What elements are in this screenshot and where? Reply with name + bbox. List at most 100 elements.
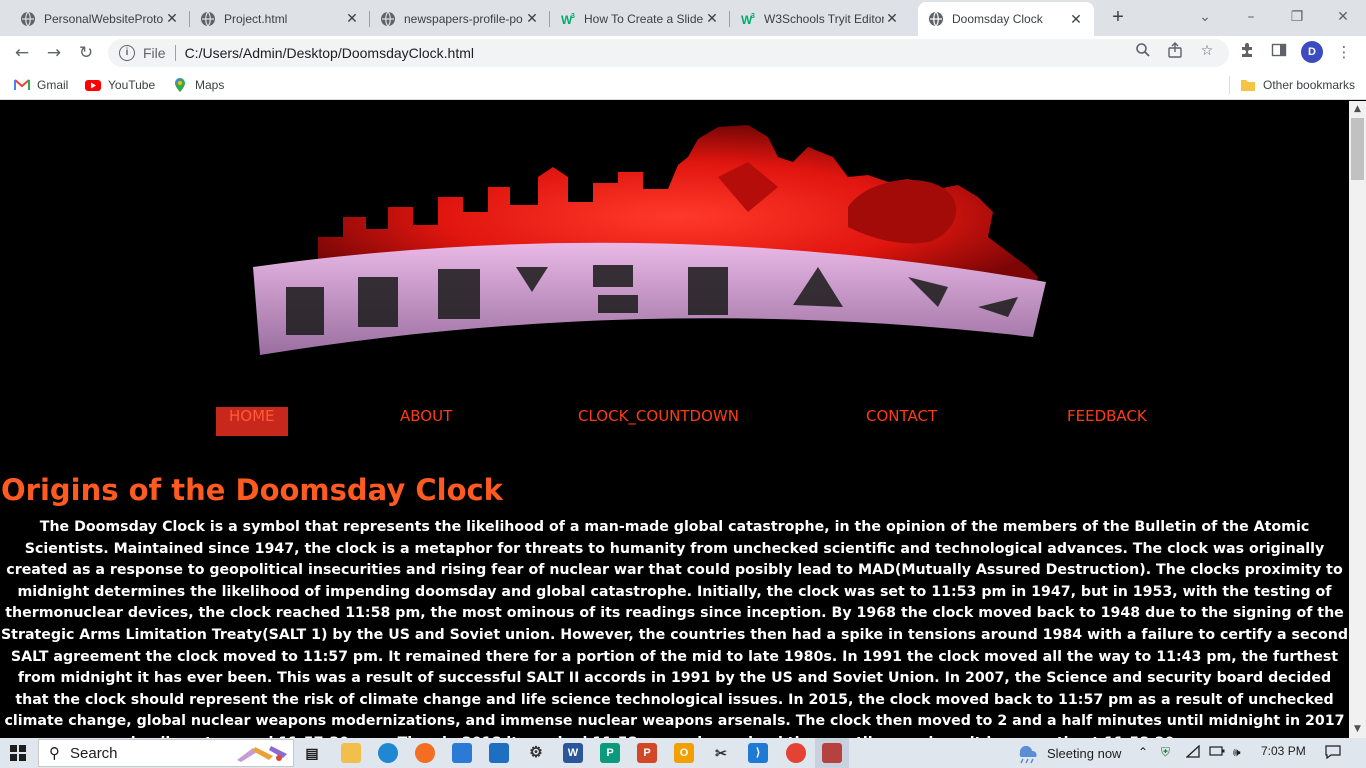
search-placeholder: Search — [70, 744, 118, 762]
youtube-icon — [85, 80, 101, 91]
tab-title: Doomsday Clock — [952, 12, 1043, 26]
globe-icon — [200, 11, 216, 27]
bookmark-label: Gmail — [37, 78, 69, 92]
new-tab-button[interactable]: + — [1105, 6, 1131, 30]
tab-newspapers[interactable]: newspapers-profile-po ✕ — [370, 3, 550, 34]
folder-icon — [1241, 80, 1255, 91]
powerpoint-icon[interactable]: P — [637, 743, 657, 763]
globe-icon — [928, 11, 944, 27]
minimize-button[interactable]: – — [1228, 0, 1274, 34]
page-title: Origins of the Doomsday Clock — [1, 473, 503, 507]
other-bookmarks-label: Other bookmarks — [1263, 78, 1356, 92]
close-icon[interactable]: ✕ — [164, 10, 180, 27]
bookmark-label: YouTube — [108, 78, 156, 92]
reload-button[interactable]: ↻ — [74, 41, 98, 65]
search-highlight-icon — [237, 746, 287, 762]
security-shield-icon[interactable]: ⛨ — [1161, 745, 1170, 760]
tab-project[interactable]: Project.html ✕ — [190, 3, 370, 34]
globe-icon — [20, 11, 36, 27]
tab-title: W3Schools Tryit Editor — [764, 11, 884, 26]
nav-feedback[interactable]: FEEDBACK — [1054, 407, 1160, 436]
wifi-icon[interactable] — [1185, 744, 1200, 762]
volume-icon[interactable]: 🕪 — [1233, 745, 1241, 760]
info-icon[interactable]: i — [119, 45, 135, 61]
battery-icon[interactable] — [1209, 745, 1225, 760]
forward-button[interactable]: → — [42, 41, 66, 65]
close-icon[interactable]: ✕ — [1068, 11, 1084, 28]
url-scheme: File — [143, 45, 166, 61]
other-bookmarks[interactable]: Other bookmarks — [1240, 76, 1355, 94]
nav-contact[interactable]: CONTACT — [853, 407, 950, 436]
svg-text:3: 3 — [751, 13, 755, 20]
bookmark-star-icon[interactable]: ☆ — [1198, 42, 1216, 60]
zoom-icon[interactable] — [1134, 42, 1152, 60]
tab-title: How To Create a Slide — [584, 11, 704, 26]
chrome-icon[interactable] — [786, 743, 806, 763]
tab-w3schools-tryit[interactable]: W3 W3Schools Tryit Editor ✕ — [730, 3, 910, 34]
tab-search-icon[interactable]: ⌄ — [1182, 0, 1228, 34]
file-explorer-icon[interactable] — [341, 743, 361, 763]
nav-about[interactable]: ABOUT — [387, 407, 465, 436]
vscode-icon[interactable]: ⟩ — [748, 743, 768, 763]
notifications-icon[interactable] — [1325, 745, 1341, 762]
close-icon[interactable]: ✕ — [524, 10, 540, 27]
paint-icon — [822, 743, 842, 763]
scroll-up-icon[interactable]: ▲ — [1349, 101, 1366, 118]
side-panel-icon[interactable] — [1269, 42, 1289, 62]
scroll-thumb[interactable] — [1351, 118, 1364, 180]
bookmark-gmail[interactable]: Gmail — [14, 76, 68, 94]
address-bar[interactable]: i File C:/Users/Admin/Desktop/DoomsdayCl… — [108, 39, 1229, 67]
w3schools-icon: W3 — [740, 10, 756, 27]
close-icon[interactable]: ✕ — [344, 10, 360, 27]
firefox-icon[interactable] — [415, 743, 435, 763]
taskbar-search[interactable]: ⚲ Search — [38, 739, 294, 767]
word-icon[interactable]: W — [563, 743, 583, 763]
divider — [174, 45, 176, 61]
task-view-icon[interactable]: ▤ — [302, 743, 322, 763]
bookmarks-divider — [1229, 76, 1230, 94]
windows-taskbar: ⚲ Search ▤ ⚙ W P P O ✂ ⟩ Sleeting now ⌃ … — [0, 738, 1366, 768]
more-menu-icon[interactable]: ⋮ — [1334, 42, 1354, 62]
main-nav: HOME ABOUT CLOCK_COUNTDOWN CONTACT FEEDB… — [0, 407, 1349, 437]
w3schools-icon: W3 — [560, 10, 576, 27]
nav-home[interactable]: HOME — [216, 407, 288, 436]
settings-gear-icon[interactable]: ⚙ — [526, 743, 546, 763]
tab-title: PersonalWebsiteProto — [44, 11, 164, 26]
sticky-app-icon[interactable]: O — [674, 743, 694, 763]
store-icon[interactable] — [452, 743, 472, 763]
maps-icon — [175, 78, 185, 92]
share-icon[interactable] — [1166, 42, 1184, 60]
active-task[interactable] — [815, 738, 849, 768]
tab-title: Project.html — [224, 11, 288, 26]
close-window-button[interactable]: ✕ — [1320, 0, 1366, 34]
url-text: C:/Users/Admin/Desktop/DoomsdayClock.htm… — [184, 45, 474, 61]
snipping-tool-icon[interactable]: ✂ — [711, 743, 731, 763]
bookmark-maps[interactable]: Maps — [172, 76, 224, 94]
page-viewport: HOME ABOUT CLOCK_COUNTDOWN CONTACT FEEDB… — [0, 101, 1349, 738]
doomsday-banner — [253, 125, 1046, 355]
extensions-icon[interactable] — [1237, 42, 1257, 62]
profile-avatar[interactable]: D — [1301, 41, 1323, 63]
tray-chevron-icon[interactable]: ⌃ — [1138, 745, 1148, 759]
tab-doomsday-clock[interactable]: Doomsday Clock ✕ — [918, 2, 1094, 36]
close-icon[interactable]: ✕ — [704, 10, 720, 27]
tab-personal-website[interactable]: PersonalWebsiteProto ✕ — [10, 3, 190, 34]
close-icon[interactable]: ✕ — [884, 10, 900, 27]
back-button[interactable]: ← — [10, 41, 34, 65]
search-icon: ⚲ — [49, 744, 60, 762]
bookmark-label: Maps — [195, 78, 225, 92]
weather-label[interactable]: Sleeting now — [1047, 746, 1121, 761]
mail-icon[interactable] — [489, 743, 509, 763]
bookmarks-bar: Gmail YouTube Maps Other bookmarks — [0, 70, 1366, 100]
windows-start-icon[interactable] — [10, 745, 26, 761]
page-scrollbar[interactable]: ▲ ▼ — [1349, 101, 1366, 738]
restore-button[interactable]: ❐ — [1274, 0, 1320, 34]
weather-icon — [1019, 745, 1037, 764]
clock-time[interactable]: 7:03 PM — [1261, 744, 1306, 758]
edge-icon[interactable] — [378, 743, 398, 763]
tab-how-to-create-slide[interactable]: W3 How To Create a Slide ✕ — [550, 3, 730, 34]
publisher-icon[interactable]: P — [600, 743, 620, 763]
scroll-down-icon[interactable]: ▼ — [1349, 721, 1366, 738]
nav-clock-countdown[interactable]: CLOCK_COUNTDOWN — [565, 407, 752, 436]
bookmark-youtube[interactable]: YouTube — [85, 76, 155, 94]
